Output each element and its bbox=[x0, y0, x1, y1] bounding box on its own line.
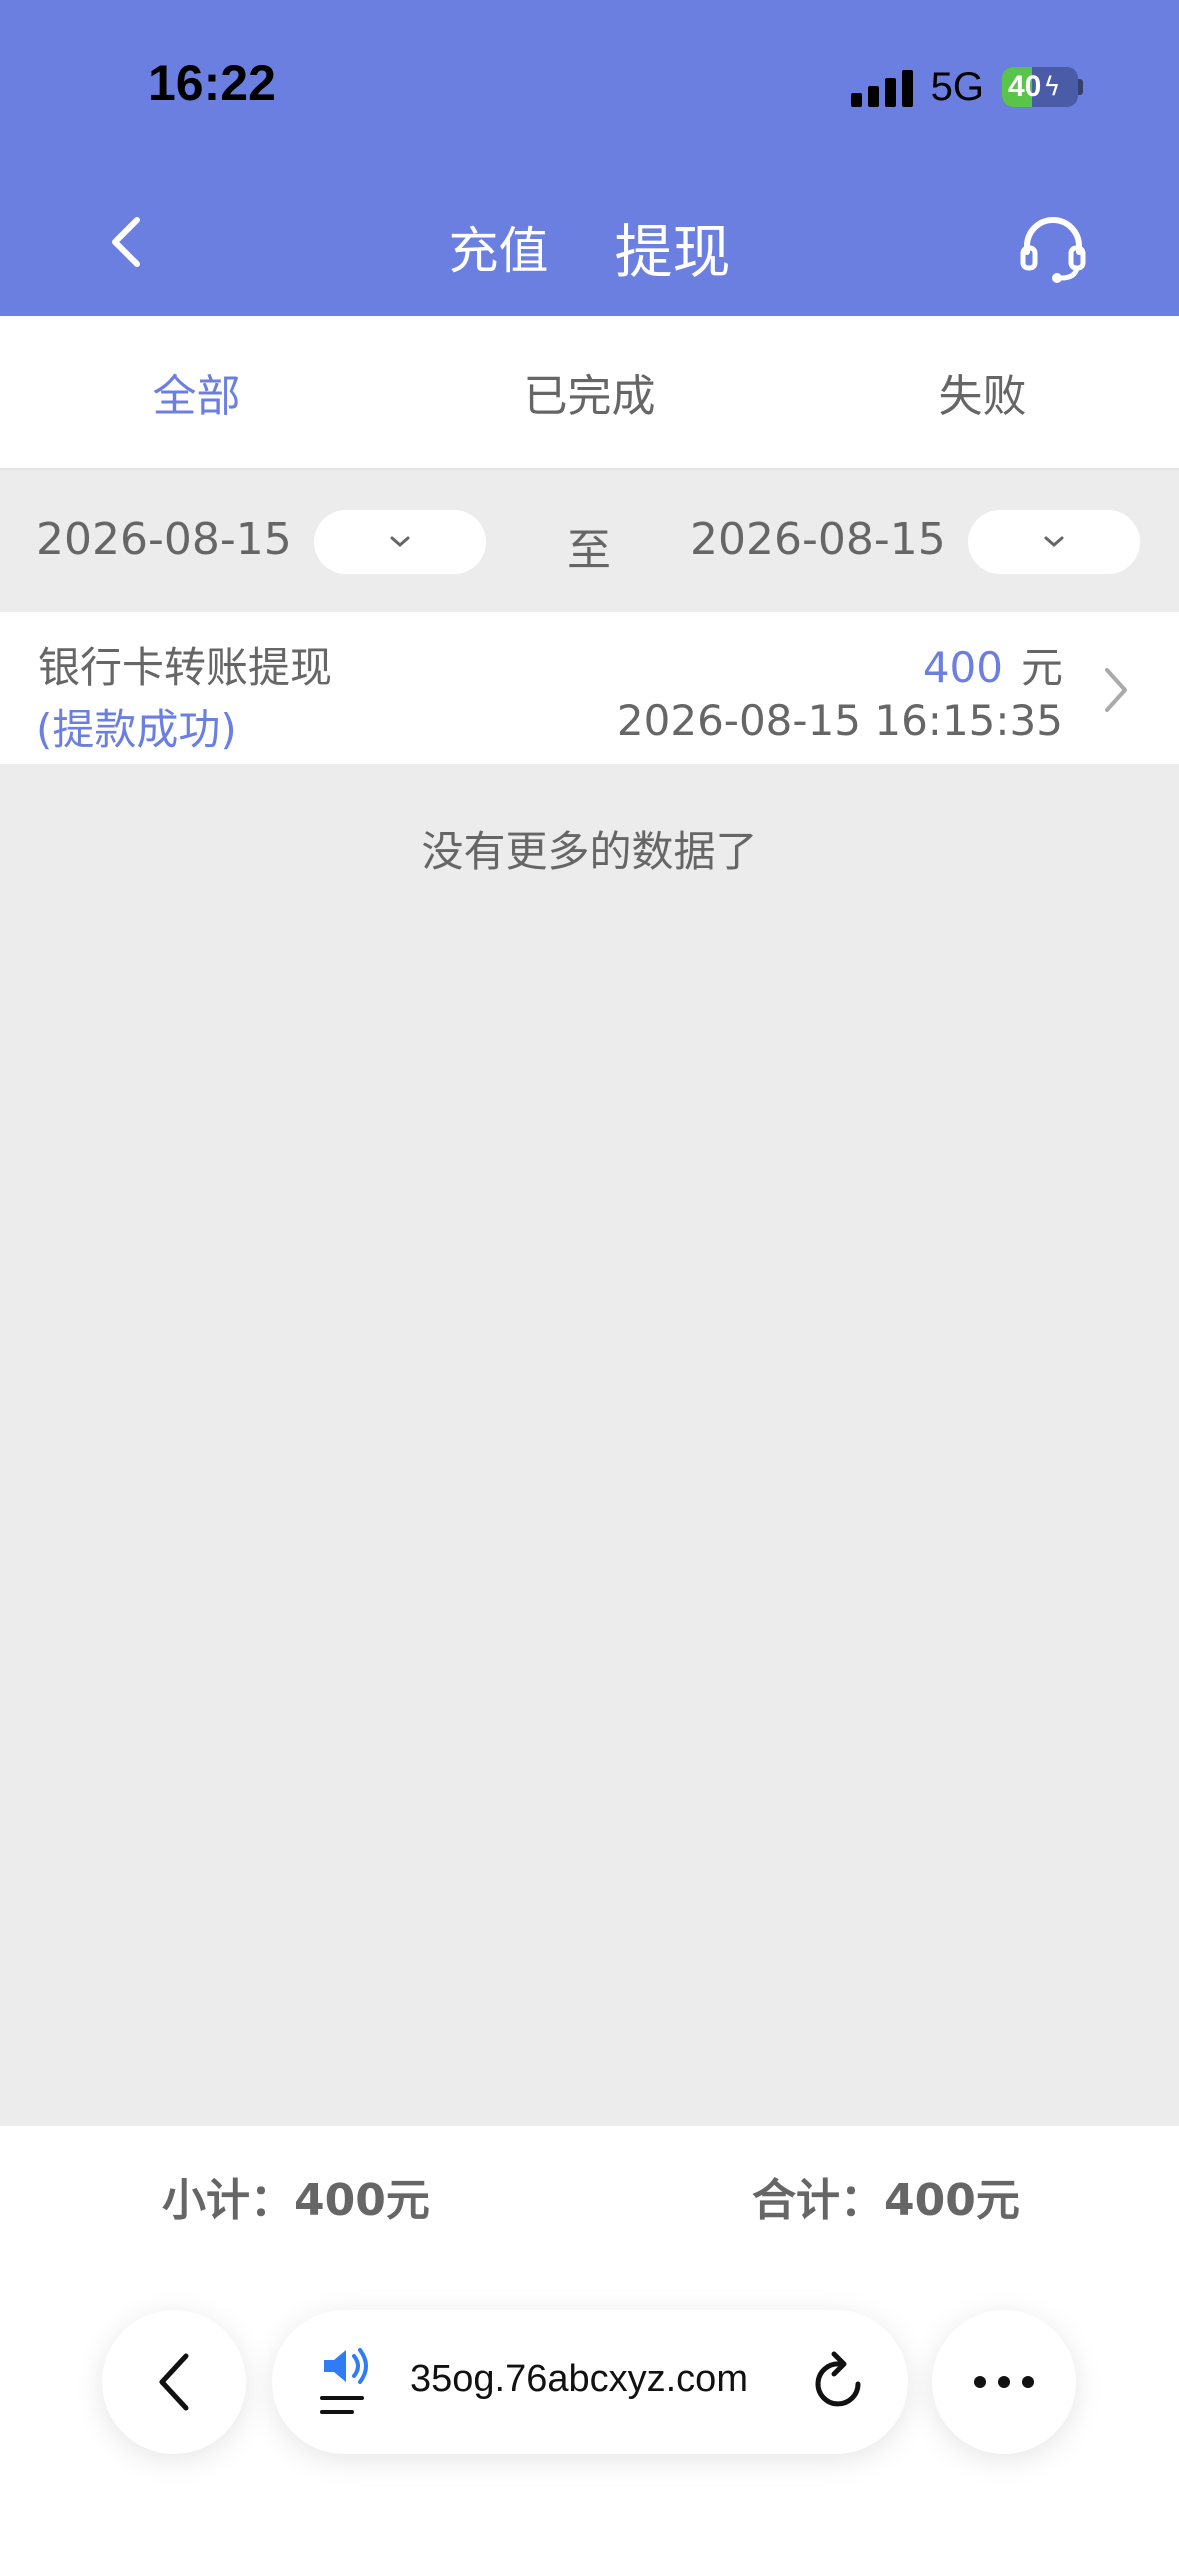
filter-tab-failed[interactable]: 失败 bbox=[786, 316, 1179, 468]
date-range-filter: 2026-08-15 至 2026-08-15 bbox=[0, 470, 1179, 610]
record-amount: 400 bbox=[922, 643, 1003, 692]
filter-tabs: 全部 已完成 失败 bbox=[0, 316, 1179, 470]
nav-tabs: 充值 提现 bbox=[0, 205, 1179, 289]
record-time: 2026-08-15 16:15:35 bbox=[616, 696, 1063, 745]
network-label: 5G bbox=[930, 64, 984, 109]
chevron-down-icon bbox=[390, 536, 410, 547]
filter-tab-completed[interactable]: 已完成 bbox=[393, 316, 786, 468]
date-separator: 至 bbox=[567, 525, 611, 576]
chevron-down-icon bbox=[1044, 536, 1064, 547]
total: 合计：400元 bbox=[752, 2175, 1020, 2226]
record-status: (提款成功) bbox=[36, 705, 237, 754]
speaker-reader-icon bbox=[320, 2348, 368, 2414]
filter-tab-all[interactable]: 全部 bbox=[0, 316, 393, 468]
record-title: 银行卡转账提现 bbox=[38, 643, 333, 692]
tab-withdraw[interactable]: 提现 bbox=[614, 205, 730, 289]
reload-icon[interactable] bbox=[810, 2350, 870, 2414]
browser-back-button[interactable] bbox=[102, 2310, 246, 2454]
battery-level: 40 bbox=[1008, 70, 1042, 103]
start-date-dropdown[interactable] bbox=[314, 510, 486, 574]
start-date[interactable]: 2026-08-15 bbox=[36, 514, 292, 565]
chevron-right-icon bbox=[1105, 668, 1127, 712]
end-date[interactable]: 2026-08-15 bbox=[690, 514, 946, 565]
battery-icon: 40 ϟ bbox=[1002, 67, 1083, 107]
subtotal: 小计：400元 bbox=[162, 2175, 430, 2226]
no-more-data-text: 没有更多的数据了 bbox=[421, 827, 758, 876]
ellipsis-icon bbox=[974, 2376, 1034, 2388]
headset-icon bbox=[1020, 217, 1086, 283]
end-date-dropdown[interactable] bbox=[968, 510, 1140, 574]
url-text: 35og.76abcxyz.com bbox=[410, 2358, 748, 2400]
record-amount-row: 400 元 bbox=[923, 634, 1063, 695]
chevron-left-icon bbox=[159, 2353, 189, 2411]
signal-icon bbox=[850, 67, 913, 107]
more-options-button[interactable] bbox=[932, 2310, 1076, 2454]
tab-recharge[interactable]: 充值 bbox=[448, 211, 548, 283]
address-bar[interactable]: 35og.76abcxyz.com bbox=[272, 2310, 908, 2454]
customer-service-button[interactable] bbox=[1017, 212, 1089, 284]
record-unit: 元 bbox=[1020, 643, 1063, 692]
header: 16:22 5G 40 ϟ 充值 提现 bbox=[0, 0, 1179, 316]
list-item[interactable]: 银行卡转账提现 (提款成功) 400 元 2026-08-15 16:15:35 bbox=[0, 612, 1179, 764]
status-time: 16:22 bbox=[148, 55, 276, 111]
status-icons: 5G 40 ϟ bbox=[850, 62, 1083, 112]
